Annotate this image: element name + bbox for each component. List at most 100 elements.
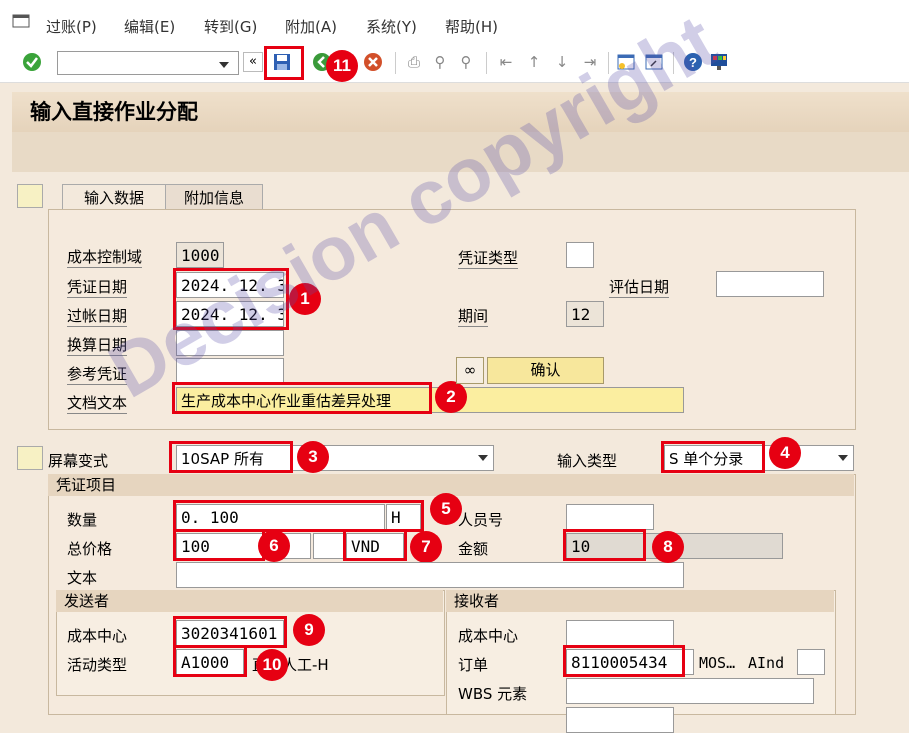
last-page-icon[interactable]: ⇥ [580,52,600,72]
input-type-field[interactable]: S 单个分录 [664,445,854,471]
doc-item-header: 凭证项目 [48,474,854,496]
svg-text:?: ? [689,55,697,70]
menu-bar: 过账(P) 编辑(E) 转到(G) 附加(A) 系统(Y) 帮助(H) [0,0,909,46]
badge-10: 10 [256,649,288,681]
period-label: 期间 [458,307,489,327]
badge-9: 9 [293,614,325,646]
first-page-icon[interactable]: ⇤ [496,52,516,72]
menu-system[interactable]: 系统(Y) [366,16,417,37]
command-dropdown-icon[interactable] [219,62,229,68]
collapse-command-icon[interactable]: « [243,52,263,72]
next-page-icon[interactable]: ↓ [552,52,572,72]
badge-8: 8 [652,531,684,563]
personnel-label: 人员号 [458,511,504,529]
badge-7: 7 [410,531,442,563]
activity-type-label: 活动类型 [67,656,128,674]
application-toolbar [12,132,909,172]
ref-doc-field[interactable] [176,358,284,384]
activity-type-field[interactable]: A1000 [176,649,244,675]
command-field[interactable] [57,51,239,75]
tab-input-data[interactable]: 输入数据 [62,184,166,211]
find-next-icon[interactable]: ⚲ [456,52,476,72]
post-date-label: 过帐日期 [67,307,128,327]
controlling-area-label: 成本控制域 [67,248,143,268]
sender-cost-center-field[interactable]: 3020341601 [176,620,284,646]
tab-additional-info[interactable]: 附加信息 [165,184,263,211]
valuation-date-label: 评估日期 [609,278,670,298]
check-icon[interactable] [22,52,42,72]
doc-date-label: 凭证日期 [67,278,128,298]
quantity-field[interactable]: 0. 100 [176,504,385,530]
screen-variant-field[interactable]: 10SAP 所有 [176,445,494,471]
menu-goto[interactable]: 转到(G) [204,16,257,37]
doc-text-field[interactable]: 生产成本中心作业重估差异处理 [176,387,684,413]
trans-date-label: 换算日期 [67,336,128,356]
toolbar-separator [486,52,487,74]
help-icon[interactable]: ? [683,52,703,72]
input-type-dropdown-icon[interactable] [838,455,848,461]
glasses-icon[interactable]: ∞ [456,357,484,384]
controlling-area-field: 1000 [176,242,224,268]
total-price-extra-field[interactable] [313,533,345,559]
header-collapse-icon[interactable] [17,184,43,208]
period-field: 12 [566,301,604,327]
personnel-field[interactable] [566,504,654,530]
receiver-next-field[interactable] [566,707,674,733]
quantity-label: 数量 [67,511,98,529]
screen-variant-dropdown-icon[interactable] [478,455,488,461]
menu-edit[interactable]: 编辑(E) [124,16,175,37]
screen-variant-label: 屏幕变式 [48,452,109,470]
doc-date-field[interactable]: 2024. 12. 31 [176,272,284,298]
receiver-header: 接收者 [446,590,834,612]
toolbar-separator [673,52,674,74]
doc-type-field[interactable] [566,242,594,268]
unit-field[interactable]: H [386,504,421,530]
text-label: 文本 [67,569,98,587]
doc-type-label: 凭证类型 [458,249,519,269]
find-icon[interactable]: ⚲ [430,52,450,72]
menu-help[interactable]: 帮助(H) [445,16,498,37]
input-type-label: 输入类型 [557,452,618,470]
trans-date-field[interactable] [176,330,284,356]
toolbar: « 11 ⎙ ⚲ ⚲ ⇤ ↑ ↓ ⇥ ? [0,46,909,83]
cancel-icon[interactable] [363,52,383,72]
confirm-button[interactable]: 确认 [487,357,604,384]
wbs-label: WBS 元素 [458,685,528,703]
aind-field[interactable] [797,649,825,675]
badge-11: 11 [326,50,358,82]
page-title: 输入直接作业分配 [30,99,198,124]
toolbar-separator [395,52,396,74]
currency-field[interactable]: VND [346,533,404,559]
receiver-cost-center-label: 成本中心 [458,627,519,645]
badge-4: 4 [769,437,801,469]
order-desc: MOS… [699,654,736,672]
badge-1: 1 [289,283,321,315]
new-session-icon[interactable] [616,52,636,72]
post-date-field[interactable]: 2024. 12. 31 [176,301,284,327]
amount-label: 金额 [458,540,489,558]
print-icon[interactable]: ⎙ [404,52,424,72]
window-menu-icon[interactable] [12,14,30,28]
save-icon[interactable] [272,52,292,72]
item-collapse-icon[interactable] [17,446,43,470]
ref-doc-label: 参考凭证 [67,365,128,385]
total-price-field[interactable]: 100 [176,533,311,559]
toolbar-separator [608,52,609,74]
badge-2: 2 [435,381,467,413]
sender-cost-center-label: 成本中心 [67,627,128,645]
menu-post[interactable]: 过账(P) [46,16,97,37]
text-field[interactable] [176,562,684,588]
menu-extras[interactable]: 附加(A) [285,16,337,37]
total-price-label: 总价格 [67,540,113,558]
badge-6: 6 [258,530,290,562]
layout-icon[interactable] [709,52,729,72]
aind-label: AInd [748,654,785,672]
wbs-field[interactable] [566,678,814,704]
order-label: 订单 [458,656,489,674]
sender-header: 发送者 [56,590,443,612]
order-field[interactable]: 8110005434 [566,649,694,675]
valuation-date-field[interactable] [716,271,824,297]
receiver-cost-center-field[interactable] [566,620,674,646]
prev-page-icon[interactable]: ↑ [524,52,544,72]
shortcut-icon[interactable] [644,52,664,72]
